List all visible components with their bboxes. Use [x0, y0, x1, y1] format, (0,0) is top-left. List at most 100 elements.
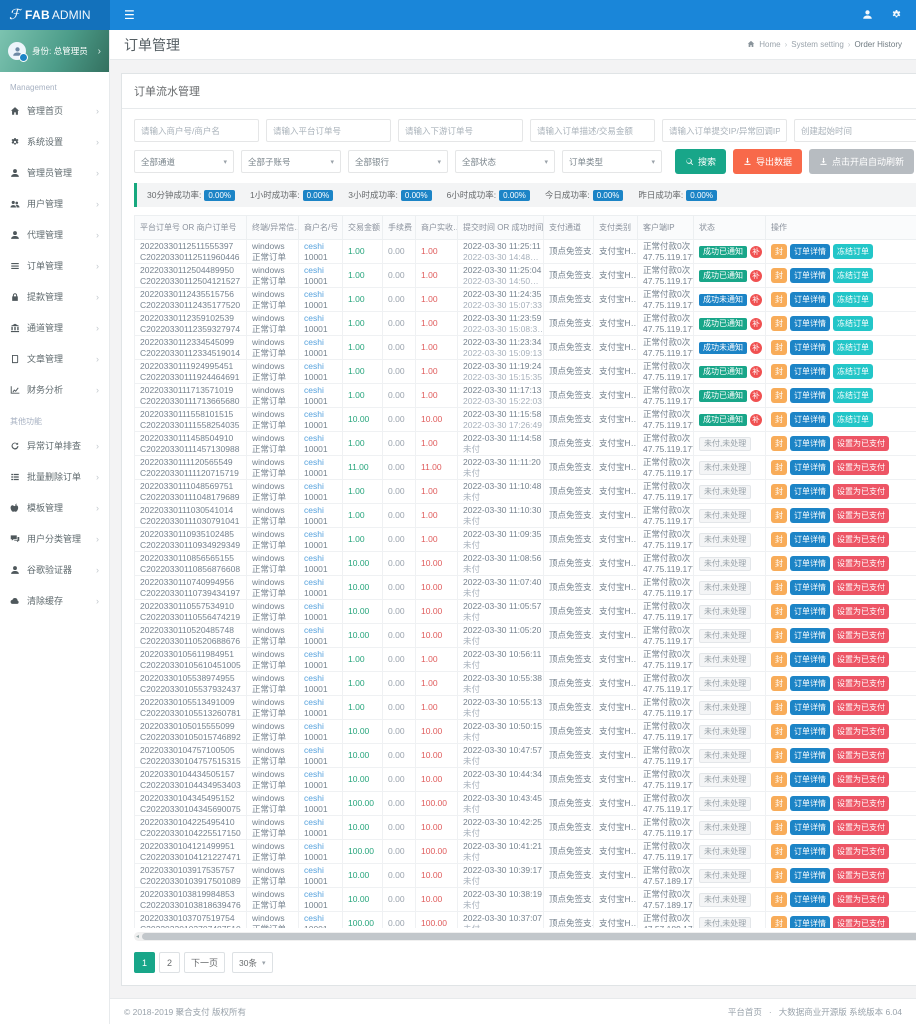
merchant-link[interactable]: ceshi [304, 241, 337, 252]
freeze-order-button[interactable]: 冻结订单 [833, 316, 873, 331]
set-paid-button[interactable]: 设置为已支付 [833, 628, 889, 643]
order-detail-button[interactable]: 订单详情 [790, 292, 830, 307]
seal-button[interactable]: 封 [771, 868, 787, 883]
freeze-order-button[interactable]: 冻结订单 [833, 292, 873, 307]
sidebar-item[interactable]: 提款管理 › [0, 281, 109, 312]
set-paid-button[interactable]: 设置为已支付 [833, 580, 889, 595]
sidebar-item[interactable]: 用户分类管理 › [0, 523, 109, 554]
filter-select[interactable]: 全部银行▾ [348, 150, 448, 173]
seal-button[interactable]: 封 [771, 316, 787, 331]
order-detail-button[interactable]: 订单详情 [790, 268, 830, 283]
order-detail-button[interactable]: 订单详情 [790, 628, 830, 643]
platform-home-link[interactable]: 平台首页 [728, 1006, 762, 1018]
app-logo[interactable]: ℱ FABADMIN [0, 0, 110, 30]
merchant-link[interactable]: ceshi [304, 337, 337, 348]
seal-button[interactable]: 封 [771, 700, 787, 715]
order-detail-button[interactable]: 订单详情 [790, 580, 830, 595]
set-paid-button[interactable]: 设置为已支付 [833, 556, 889, 571]
merchant-link[interactable]: ceshi [304, 361, 337, 372]
search-button[interactable]: 搜索 [675, 149, 726, 174]
merchant-link[interactable]: ceshi [304, 433, 337, 444]
order-detail-button[interactable]: 订单详情 [790, 484, 830, 499]
seal-button[interactable]: 封 [771, 508, 787, 523]
patch-order-button[interactable]: 补 [750, 342, 762, 354]
merchant-link[interactable]: ceshi [304, 385, 337, 396]
sidebar-item[interactable]: 管理员管理 › [0, 157, 109, 188]
set-paid-button[interactable]: 设置为已支付 [833, 844, 889, 859]
page-size-select[interactable]: 30条▾ [232, 952, 272, 973]
profile-panel[interactable]: 身份: 总管理员 › [0, 30, 109, 72]
autorefresh-button[interactable]: 点击开启自动刷新 [809, 149, 914, 174]
sidebar-item[interactable]: 清除缓存 › [0, 585, 109, 616]
order-detail-button[interactable]: 订单详情 [790, 316, 830, 331]
seal-button[interactable]: 封 [771, 340, 787, 355]
order-detail-button[interactable]: 订单详情 [790, 916, 830, 928]
seal-button[interactable]: 封 [771, 604, 787, 619]
merchant-link[interactable]: ceshi [304, 625, 337, 636]
sidebar-item[interactable]: 管理首页 › [0, 95, 109, 126]
seal-button[interactable]: 封 [771, 628, 787, 643]
merchant-link[interactable]: ceshi [304, 865, 337, 876]
filter-select[interactable]: 全部通道▾ [134, 150, 234, 173]
merchant-link[interactable]: ceshi [304, 649, 337, 660]
seal-button[interactable]: 封 [771, 796, 787, 811]
seal-button[interactable]: 封 [771, 724, 787, 739]
breadcrumb-home[interactable]: Home [759, 40, 780, 49]
filter-input[interactable] [530, 119, 655, 142]
order-detail-button[interactable]: 订单详情 [790, 340, 830, 355]
sidebar-item[interactable]: 批量删除订单 › [0, 461, 109, 492]
seal-button[interactable]: 封 [771, 532, 787, 547]
sidebar-toggle-icon[interactable]: ☰ [124, 8, 135, 22]
order-detail-button[interactable]: 订单详情 [790, 604, 830, 619]
sidebar-item[interactable]: 代理管理 › [0, 219, 109, 250]
set-paid-button[interactable]: 设置为已支付 [833, 436, 889, 451]
seal-button[interactable]: 封 [771, 748, 787, 763]
merchant-link[interactable]: ceshi [304, 913, 337, 924]
merchant-link[interactable]: ceshi [304, 481, 337, 492]
sidebar-item[interactable]: 用户管理 › [0, 188, 109, 219]
set-paid-button[interactable]: 设置为已支付 [833, 460, 889, 475]
seal-button[interactable]: 封 [771, 892, 787, 907]
seal-button[interactable]: 封 [771, 916, 787, 928]
set-paid-button[interactable]: 设置为已支付 [833, 916, 889, 928]
order-detail-button[interactable]: 订单详情 [790, 868, 830, 883]
merchant-link[interactable]: ceshi [304, 409, 337, 420]
freeze-order-button[interactable]: 冻结订单 [833, 340, 873, 355]
filter-input[interactable] [398, 119, 523, 142]
sidebar-item[interactable]: 财务分析 › [0, 374, 109, 405]
merchant-link[interactable]: ceshi [304, 817, 337, 828]
seal-button[interactable]: 封 [771, 412, 787, 427]
merchant-link[interactable]: ceshi [304, 769, 337, 780]
seal-button[interactable]: 封 [771, 292, 787, 307]
sidebar-item[interactable]: 异常订单排查 › [0, 430, 109, 461]
seal-button[interactable]: 封 [771, 484, 787, 499]
seal-button[interactable]: 封 [771, 388, 787, 403]
filter-input[interactable] [662, 119, 787, 142]
sidebar-item[interactable]: 订单管理 › [0, 250, 109, 281]
page-button[interactable]: 1 [134, 952, 155, 973]
merchant-link[interactable]: ceshi [304, 793, 337, 804]
merchant-link[interactable]: ceshi [304, 745, 337, 756]
filter-select[interactable]: 全部状态▾ [455, 150, 555, 173]
patch-order-button[interactable]: 补 [750, 318, 762, 330]
order-detail-button[interactable]: 订单详情 [790, 844, 830, 859]
user-icon[interactable] [862, 9, 873, 22]
order-detail-button[interactable]: 订单详情 [790, 700, 830, 715]
seal-button[interactable]: 封 [771, 844, 787, 859]
set-paid-button[interactable]: 设置为已支付 [833, 820, 889, 835]
order-detail-button[interactable]: 订单详情 [790, 724, 830, 739]
seal-button[interactable]: 封 [771, 268, 787, 283]
freeze-order-button[interactable]: 冻结订单 [833, 268, 873, 283]
merchant-link[interactable]: ceshi [304, 265, 337, 276]
order-detail-button[interactable]: 订单详情 [790, 532, 830, 547]
filter-input[interactable] [266, 119, 391, 142]
set-paid-button[interactable]: 设置为已支付 [833, 892, 889, 907]
order-detail-button[interactable]: 订单详情 [790, 412, 830, 427]
order-detail-button[interactable]: 订单详情 [790, 820, 830, 835]
patch-order-button[interactable]: 补 [750, 294, 762, 306]
seal-button[interactable]: 封 [771, 244, 787, 259]
set-paid-button[interactable]: 设置为已支付 [833, 724, 889, 739]
order-detail-button[interactable]: 订单详情 [790, 652, 830, 667]
merchant-link[interactable]: ceshi [304, 313, 337, 324]
set-paid-button[interactable]: 设置为已支付 [833, 796, 889, 811]
